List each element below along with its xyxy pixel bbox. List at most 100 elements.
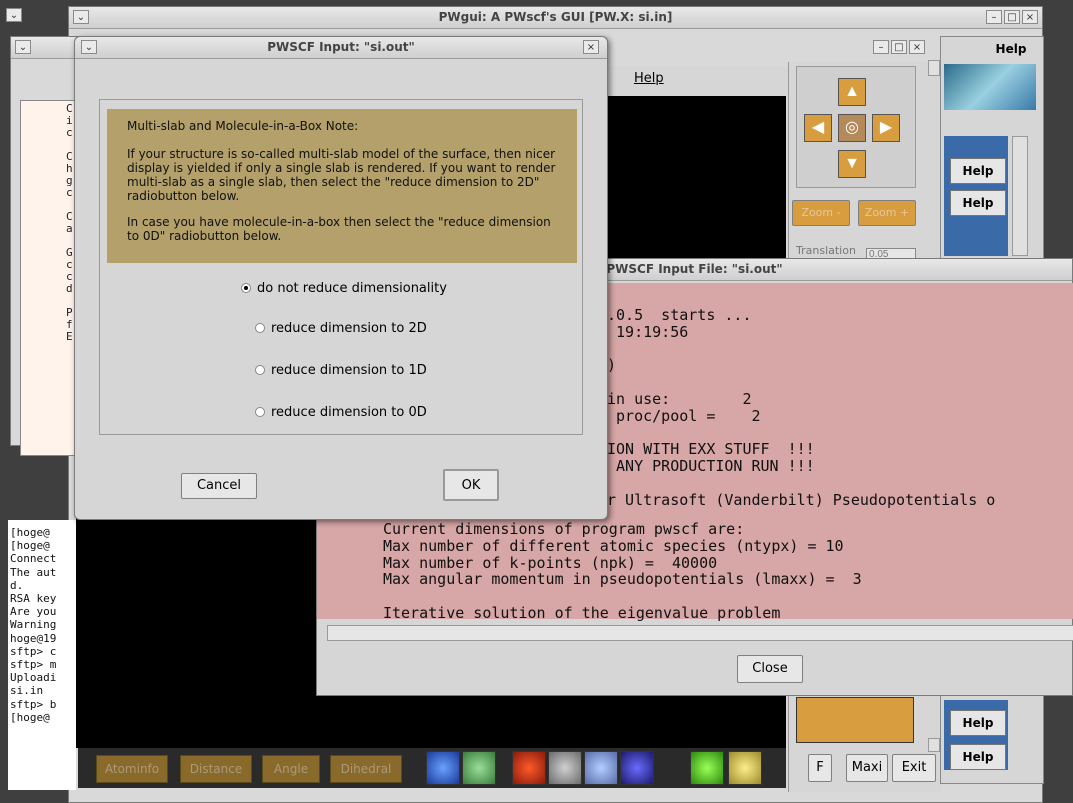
file-line: ANY PRODUCTION RUN !!!	[607, 457, 815, 476]
arrow-up-icon[interactable]: ▲	[838, 78, 866, 106]
option-reduce-2d-label: reduce dimension to 2D	[271, 321, 427, 336]
option-no-reduce-label: do not reduce dimensionality	[257, 281, 447, 296]
terminal-line: [hoge@	[10, 710, 50, 724]
note-paragraph-2: In case you have molecule-in-a-box then …	[127, 215, 551, 243]
file-hscrollbar[interactable]	[327, 625, 1073, 641]
terminal-line: Are you	[10, 605, 57, 619]
file-text-partial: .0.5 starts ... 19:19:56 ) in use: 2 pro…	[607, 307, 995, 509]
terminal-line: RSA key	[10, 592, 57, 606]
right-scrollbar[interactable]	[1012, 136, 1028, 256]
viewer-close-icon[interactable]: ×	[909, 40, 925, 54]
terminal-line: Connect	[10, 552, 57, 566]
radio-reduce-0d[interactable]	[255, 406, 265, 417]
file-line: Max number of different atomic species (…	[383, 536, 844, 555]
exit-button[interactable]: Exit	[892, 754, 936, 782]
help-button-3[interactable]: Help	[950, 710, 1006, 736]
ok-button[interactable]: OK	[443, 469, 499, 501]
minimize-icon[interactable]: –	[986, 10, 1002, 24]
note-box: Multi-slab and Molecule-in-a-Box Note: I…	[107, 109, 577, 263]
file-line: )	[607, 356, 617, 375]
file-line: in use: 2	[607, 389, 752, 408]
terminal-line: d.	[10, 578, 24, 592]
option-reduce-1d-label: reduce dimension to 1D	[271, 363, 427, 378]
main-window-title: PWgui: A PWscf's GUI [PW.X: si.in]	[438, 10, 673, 24]
radio-reduce-2d[interactable]	[255, 322, 265, 333]
help-button-top[interactable]: Help	[986, 40, 1036, 60]
preset-icons-grid[interactable]	[796, 697, 914, 743]
file-line: ION WITH EXX STUFF !!!	[607, 440, 815, 459]
stick-icon[interactable]	[584, 751, 618, 785]
left-window-menu-icon[interactable]: ⌄	[15, 40, 31, 54]
terminal-line: si.in	[10, 684, 44, 698]
dihedral-button[interactable]: Dihedral	[330, 755, 402, 783]
wireframe-icon[interactable]	[462, 751, 496, 785]
help-button-1[interactable]: Help	[950, 158, 1006, 184]
rotate-center-icon[interactable]: ◎	[838, 114, 866, 142]
distance-button[interactable]: Distance	[180, 755, 252, 783]
option-no-reduce[interactable]: do not reduce dimensionality	[241, 281, 447, 296]
arrow-right-icon[interactable]: ▶	[872, 114, 900, 142]
stereo-icon[interactable]	[620, 751, 654, 785]
terminal-line: sftp> m	[10, 658, 57, 672]
translation-label: Translation	[796, 244, 856, 257]
main-titlebar[interactable]: ⌄ PWgui: A PWscf's GUI [PW.X: si.in] – □…	[69, 7, 1042, 29]
arrow-down-icon[interactable]: ▼	[838, 150, 866, 178]
maxi-button[interactable]: Maxi	[846, 754, 888, 782]
close-icon[interactable]: ×	[1022, 10, 1038, 24]
left-text-line: E	[66, 330, 73, 343]
file-line: Iterative solution of the eigenvalue pro…	[383, 603, 781, 622]
terminal-line: sftp> b	[10, 697, 57, 711]
viewer-maximize-icon[interactable]: □	[891, 40, 907, 54]
zoom-plus-button[interactable]: Zoom +	[858, 200, 916, 226]
terminal-line: sftp> c	[10, 644, 57, 658]
terminal-line: [hoge@	[10, 539, 50, 553]
maximize-icon[interactable]: □	[1004, 10, 1020, 24]
viewer-help-menu[interactable]: Help	[634, 71, 664, 86]
option-reduce-0d[interactable]: reduce dimension to 0D	[255, 405, 427, 420]
file-line	[383, 588, 862, 605]
file-line	[607, 475, 995, 492]
help-button-4[interactable]: Help	[950, 744, 1006, 770]
control-scroll-arrow-bottom[interactable]	[928, 738, 940, 752]
file-line	[607, 374, 995, 391]
sphere-green-icon[interactable]	[690, 751, 724, 785]
terminal-line: [hoge@	[10, 526, 50, 539]
zoom-minus-button[interactable]: Zoom -	[792, 200, 850, 226]
option-reduce-0d-label: reduce dimension to 0D	[271, 405, 427, 420]
sphere-yellow-icon[interactable]	[728, 751, 762, 785]
radio-no-reduce[interactable]	[241, 282, 251, 293]
close-button[interactable]: Close	[737, 655, 803, 683]
arrow-left-icon[interactable]: ◀	[804, 114, 832, 142]
file-line: .0.5 starts ...	[607, 306, 752, 324]
help-button-2[interactable]: Help	[950, 190, 1006, 216]
logo-image	[944, 64, 1036, 110]
f-button[interactable]: F	[808, 754, 832, 782]
angle-button[interactable]: Angle	[262, 755, 320, 783]
viewer-minimize-icon[interactable]: –	[873, 40, 889, 54]
note-title: Multi-slab and Molecule-in-a-Box Note:	[127, 119, 359, 133]
file-line: proc/pool = 2	[607, 406, 761, 425]
file-text-full: Current dimensions of program pwscf are:…	[383, 521, 862, 622]
desktop-window-menu-icon[interactable]: ⌄	[6, 8, 22, 22]
option-reduce-1d[interactable]: reduce dimension to 1D	[255, 363, 427, 378]
atominfo-button[interactable]: Atominfo	[96, 755, 168, 783]
cancel-button[interactable]: Cancel	[181, 473, 257, 499]
dialog-title: PWSCF Input: "si.out"	[267, 40, 415, 54]
dialog-titlebar[interactable]: ⌄ PWSCF Input: "si.out" ×	[75, 37, 607, 59]
terminal-line: The aut	[10, 565, 57, 579]
file-line: Max number of k-points (npk) = 40000	[383, 553, 718, 572]
terminal-text: [hoge@ [hoge@ Connect The aut d. RSA key Are y…	[10, 526, 74, 724]
pwscf-input-dialog: ⌄ PWSCF Input: "si.out" × Multi-slab and…	[74, 36, 608, 520]
file-line: Max angular momentum in pseudopotentials…	[383, 570, 862, 589]
left-text-chars: Cic Chgc Ca Gccd PfE	[66, 103, 73, 343]
crystal-icon[interactable]	[426, 751, 460, 785]
note-paragraph-1: If your structure is so-called multi-sla…	[127, 147, 556, 203]
radio-reduce-1d[interactable]	[255, 364, 265, 375]
terminal-line: hoge@19	[10, 631, 57, 645]
option-reduce-2d[interactable]: reduce dimension to 2D	[255, 321, 427, 336]
sphere-grey-icon[interactable]	[548, 751, 582, 785]
control-scroll-arrow[interactable]	[928, 60, 940, 76]
sphere-red-icon[interactable]	[512, 751, 546, 785]
file-line: r Ultrasoft (Vanderbilt) Pseudopotential…	[607, 490, 996, 509]
dialog-close-icon[interactable]: ×	[583, 40, 599, 54]
